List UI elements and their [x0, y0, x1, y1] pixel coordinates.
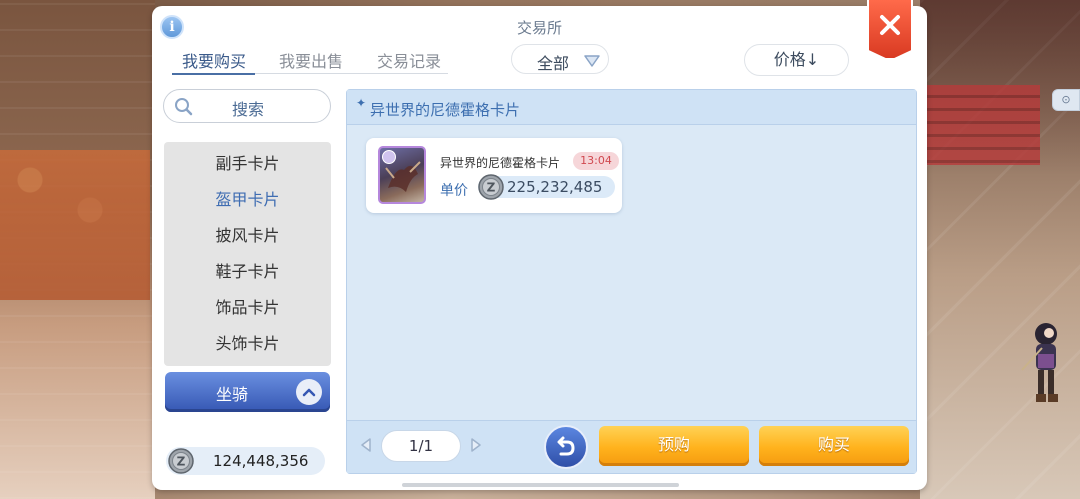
window-title: 交易所: [516, 19, 562, 37]
category-item-accessory[interactable]: 饰品卡片: [164, 294, 331, 318]
tab-sell[interactable]: 我要出售: [279, 48, 343, 72]
refresh-button[interactable]: [544, 425, 588, 469]
unit-price-label: 单价: [440, 183, 468, 199]
category-list: 副手卡片 盔甲卡片 披风卡片 鞋子卡片 饰品卡片 头饰卡片: [164, 142, 331, 366]
listing-area: ✦ 异世界的尼德霍格卡片 异世界的尼德霍格卡片 13:04 单价 Z 225,2…: [346, 89, 917, 474]
search-icon: [175, 98, 193, 116]
next-page-icon[interactable]: [470, 438, 482, 452]
zeny-coin-icon: Z: [478, 174, 504, 200]
side-menu-chip[interactable]: ⊙: [1052, 89, 1080, 111]
previous-page-icon[interactable]: [360, 438, 372, 452]
zeny-balance: Z 124,448,356: [166, 447, 325, 475]
category-item-headgear[interactable]: 头饰卡片: [164, 330, 331, 354]
exchange-panel: i 交易所 我要购买 我要出售 交易记录 全部 价格↓ 搜索 副手卡片 盔甲卡片…: [152, 0, 927, 490]
card-item-icon: [378, 146, 426, 204]
zeny-balance-amount: 124,448,356: [213, 452, 309, 470]
item-name: 异世界的尼德霍格卡片: [440, 156, 561, 170]
category-item-cloak[interactable]: 披风卡片: [164, 222, 331, 246]
category-filter-dropdown[interactable]: 全部: [511, 44, 609, 74]
player-character: [1021, 323, 1058, 402]
background-left-scene: [0, 0, 155, 499]
chevron-down-icon: [584, 55, 600, 67]
search-button[interactable]: 搜索: [163, 89, 331, 123]
refresh-icon: [557, 436, 575, 456]
item-time-badge: 13:04: [573, 152, 619, 170]
sparkle-icon: ✦: [356, 96, 367, 110]
listing-item-card[interactable]: 异世界的尼德霍格卡片 13:04 单价 Z 225,232,485: [366, 138, 622, 213]
horizontal-scrollbar[interactable]: [402, 483, 679, 487]
tab-buy[interactable]: 我要购买: [182, 48, 246, 72]
close-icon: [880, 15, 900, 35]
listing-header-title: 异世界的尼德霍格卡片: [370, 101, 521, 119]
mount-category-label: 坐骑: [216, 385, 249, 404]
sort-by-price-button[interactable]: 价格↓: [744, 44, 849, 76]
listing-header: ✦ 异世界的尼德霍格卡片: [347, 90, 916, 125]
category-item-shoes[interactable]: 鞋子卡片: [164, 258, 331, 282]
active-tab-indicator: [172, 73, 255, 75]
tab-history[interactable]: 交易记录: [377, 48, 441, 72]
unit-price: Z 225,232,485: [478, 174, 615, 200]
tab-divider: [255, 73, 448, 74]
svg-text:Z: Z: [487, 181, 496, 195]
category-item-offhand[interactable]: 副手卡片: [164, 150, 331, 174]
svg-text:Z: Z: [177, 455, 186, 469]
background-awning: [0, 150, 150, 300]
search-label: 搜索: [232, 100, 265, 119]
close-button[interactable]: [867, 0, 913, 60]
background-red-stairs: [920, 85, 1040, 165]
unit-price-value: 225,232,485: [507, 178, 603, 196]
page-indicator: 1/1: [381, 430, 461, 462]
category-filter-value: 全部: [537, 54, 570, 73]
listing-footer: 1/1 预购 购买: [347, 420, 916, 473]
chevron-up-icon: [296, 379, 322, 405]
background-right-scene: [920, 0, 1080, 499]
preorder-button[interactable]: 预购: [599, 426, 749, 466]
category-item-armor[interactable]: 盔甲卡片: [164, 186, 331, 210]
zeny-coin-icon: Z: [168, 448, 194, 474]
buy-button[interactable]: 购买: [759, 426, 909, 466]
mount-category-button[interactable]: 坐骑: [165, 372, 330, 412]
